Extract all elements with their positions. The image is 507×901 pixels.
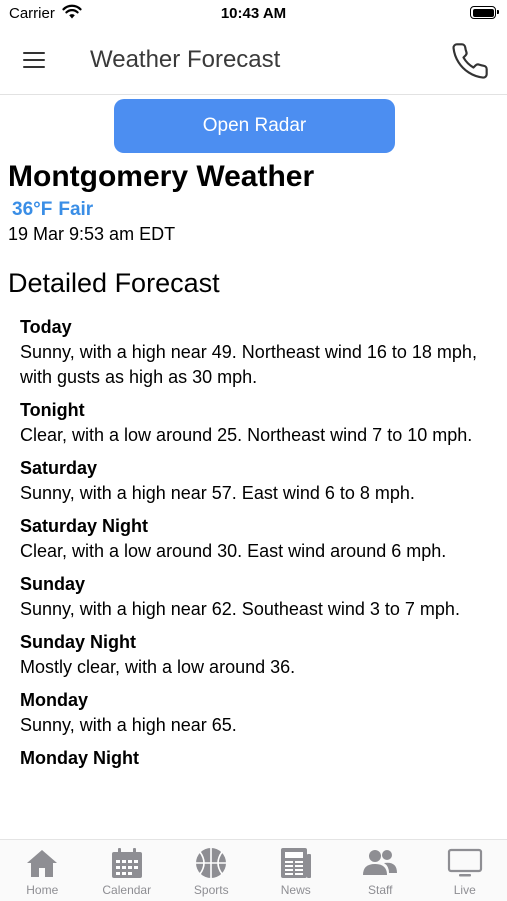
clock: 10:43 AM bbox=[0, 5, 507, 22]
period-name: Today bbox=[20, 315, 500, 340]
forecast-list[interactable]: Today Sunny, with a high near 49. Northe… bbox=[20, 315, 500, 839]
city-weather-title: Montgomery Weather bbox=[8, 160, 314, 194]
observation-timestamp: 19 Mar 9:53 am EDT bbox=[8, 224, 175, 245]
current-condition: Fair bbox=[58, 199, 93, 220]
period-description: Clear, with a low around 30. East wind a… bbox=[20, 539, 500, 564]
tab-label: Home bbox=[26, 883, 58, 897]
tab-label: Sports bbox=[194, 883, 229, 897]
forecast-period: Saturday Sunny, with a high near 57. Eas… bbox=[20, 456, 500, 506]
tab-news[interactable]: News bbox=[254, 840, 339, 901]
period-description: Sunny, with a high near 49. Northeast wi… bbox=[20, 340, 500, 390]
tv-icon bbox=[446, 845, 484, 881]
newspaper-icon bbox=[278, 845, 314, 881]
tab-sports[interactable]: Sports bbox=[169, 840, 254, 901]
home-icon bbox=[24, 845, 60, 881]
tab-label: News bbox=[281, 883, 311, 897]
period-name: Saturday bbox=[20, 456, 500, 481]
period-name: Sunday Night bbox=[20, 630, 500, 655]
current-temperature: 36°F bbox=[12, 199, 52, 220]
open-radar-button[interactable]: Open Radar bbox=[114, 99, 395, 153]
forecast-period: Today Sunny, with a high near 49. Northe… bbox=[20, 315, 500, 390]
tab-label: Staff bbox=[368, 883, 392, 897]
period-name: Monday bbox=[20, 688, 500, 713]
period-description: Clear, with a low around 25. Northeast w… bbox=[20, 423, 500, 448]
period-description: Sunny, with a high near 62. Southeast wi… bbox=[20, 597, 500, 622]
tab-calendar[interactable]: Calendar bbox=[85, 840, 170, 901]
tab-staff[interactable]: Staff bbox=[338, 840, 423, 901]
tab-label: Calendar bbox=[102, 883, 151, 897]
period-name: Monday Night bbox=[20, 746, 500, 771]
period-name: Sunday bbox=[20, 572, 500, 597]
forecast-period: Monday Sunny, with a high near 65. bbox=[20, 688, 500, 738]
tab-home[interactable]: Home bbox=[0, 840, 85, 901]
forecast-period: Monday Night bbox=[20, 746, 500, 771]
status-bar: Carrier 10:43 AM bbox=[0, 0, 507, 28]
battery-icon bbox=[470, 6, 496, 19]
people-icon bbox=[360, 845, 400, 881]
forecast-period: Tonight Clear, with a low around 25. Nor… bbox=[20, 398, 500, 448]
forecast-period: Saturday Night Clear, with a low around … bbox=[20, 514, 500, 564]
tab-label: Live bbox=[454, 883, 476, 897]
period-description: Sunny, with a high near 65. bbox=[20, 713, 500, 738]
period-name: Saturday Night bbox=[20, 514, 500, 539]
period-description: Mostly clear, with a low around 36. bbox=[20, 655, 500, 680]
basketball-icon bbox=[193, 845, 229, 881]
period-name: Tonight bbox=[20, 398, 500, 423]
forecast-period: Sunday Night Mostly clear, with a low ar… bbox=[20, 630, 500, 680]
tab-live[interactable]: Live bbox=[423, 840, 507, 901]
forecast-period: Sunday Sunny, with a high near 62. South… bbox=[20, 572, 500, 622]
tab-bar: Home Calendar Sports bbox=[0, 839, 507, 901]
phone-icon[interactable] bbox=[450, 41, 490, 81]
period-description: Sunny, with a high near 57. East wind 6 … bbox=[20, 481, 500, 506]
page-title: Weather Forecast bbox=[90, 46, 280, 74]
hamburger-menu-icon[interactable] bbox=[22, 50, 48, 70]
calendar-icon bbox=[109, 845, 145, 881]
current-conditions: 36°F Fair bbox=[12, 199, 93, 221]
navigation-bar: Weather Forecast bbox=[0, 28, 507, 95]
section-title-detailed-forecast: Detailed Forecast bbox=[8, 268, 220, 299]
